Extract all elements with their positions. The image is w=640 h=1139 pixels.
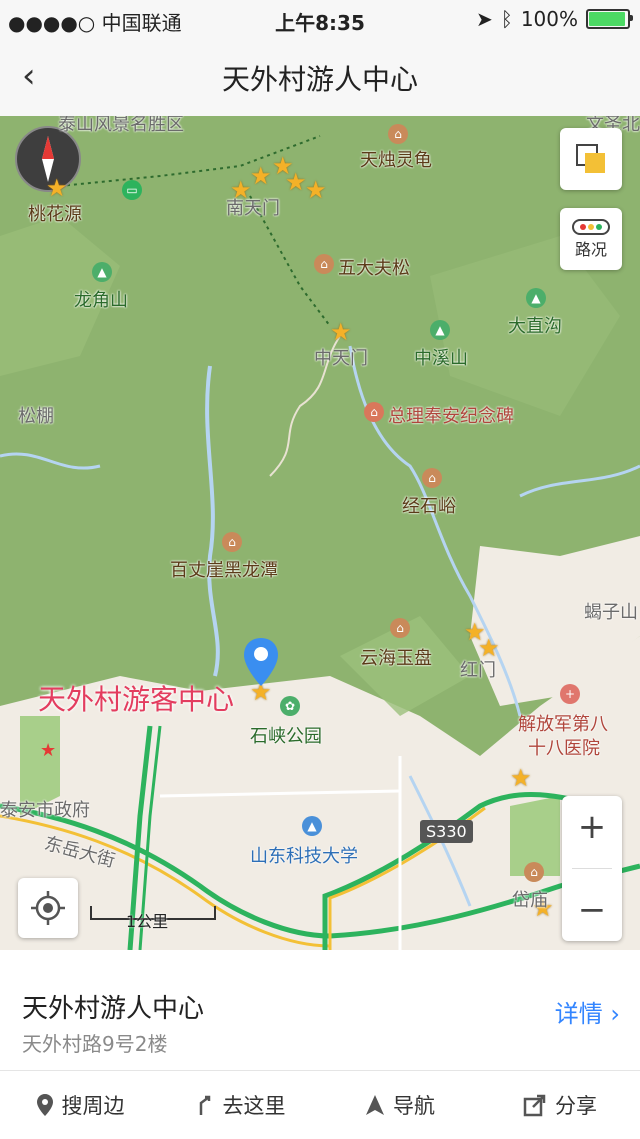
- map-label: 龙角山: [74, 290, 128, 311]
- share-icon: [523, 1094, 546, 1117]
- park-icon[interactable]: ✿: [280, 696, 300, 716]
- temple-icon[interactable]: ⌂: [390, 618, 410, 638]
- location-arrow-icon: ➤: [476, 7, 493, 31]
- search-nearby-button[interactable]: 搜周边: [0, 1071, 160, 1139]
- zoom-in-button[interactable]: +: [578, 807, 607, 847]
- map-label: 红门: [460, 660, 496, 681]
- map-label: 十八医院: [528, 738, 600, 759]
- temple-icon[interactable]: ⌂: [422, 468, 442, 488]
- scenic-star-icon[interactable]: ★: [250, 164, 272, 188]
- map-label: 经石峪: [402, 496, 456, 517]
- hospital-icon[interactable]: +: [560, 684, 580, 704]
- map-label: 南天门: [226, 198, 280, 219]
- zoom-out-button[interactable]: −: [578, 890, 607, 930]
- map-label: 百丈崖黑龙潭: [170, 560, 278, 581]
- highway-shield: S330: [420, 820, 473, 843]
- temple-icon[interactable]: ⌂: [388, 124, 408, 144]
- traffic-button[interactable]: 路况: [560, 208, 622, 270]
- locate-icon: [31, 891, 65, 925]
- map-label: 蝎子山: [584, 602, 638, 623]
- map-label: 天烛灵龟: [360, 150, 432, 171]
- map-label: 云海玉盘: [360, 648, 432, 669]
- map-label: 石峡公园: [250, 726, 322, 747]
- location-pin-icon[interactable]: [242, 636, 280, 688]
- school-icon[interactable]: ▲: [302, 816, 322, 836]
- navigate-arrow-icon: [366, 1095, 384, 1115]
- map-label: 泰山风景名胜区: [58, 116, 184, 135]
- action-bar: 搜周边 去这里 导航 分享: [0, 1071, 640, 1139]
- scenic-star-icon[interactable]: ★: [305, 178, 327, 202]
- map-label: 中溪山: [414, 348, 468, 369]
- battery-icon: [586, 9, 633, 29]
- map-label: 松棚: [18, 406, 54, 427]
- details-link[interactable]: 详情 ›: [555, 994, 620, 1029]
- bluetooth-icon: ᛒ: [500, 7, 513, 31]
- traffic-light-icon: [572, 219, 610, 235]
- navigation-bar: ‹ 天外村游人中心: [0, 38, 640, 117]
- locate-button[interactable]: [18, 878, 78, 938]
- temple-icon[interactable]: ⌂: [524, 862, 544, 882]
- layers-icon: [576, 144, 605, 173]
- monument-icon[interactable]: ⌂: [364, 402, 384, 422]
- status-bar: ●●●●○ 中国联通 上午8:35 ➤ ᛒ 100%: [0, 0, 640, 38]
- map-label: 大直沟: [508, 316, 562, 337]
- scenic-star-icon[interactable]: ★: [285, 170, 307, 194]
- share-button[interactable]: 分享: [480, 1071, 640, 1139]
- scenic-star-icon[interactable]: ★: [46, 176, 68, 200]
- place-panel: 天外村游人中心 天外村路9号2楼 详情 › 搜周边 去这里 导航 分享: [0, 950, 640, 1139]
- mountain-icon[interactable]: ▲: [526, 288, 546, 308]
- location-pin-icon: [36, 1094, 53, 1116]
- layer-button[interactable]: [560, 128, 622, 190]
- scenic-star-icon[interactable]: ★: [510, 766, 532, 790]
- zoom-control: + −: [562, 796, 622, 941]
- route-icon: [199, 1095, 210, 1115]
- page-title: 天外村游人中心: [221, 63, 418, 96]
- map-label: 总理奉安纪念碑: [388, 406, 514, 427]
- navigate-button[interactable]: 导航: [320, 1071, 480, 1139]
- map-label: 五大夫松: [338, 258, 410, 279]
- government-star-icon: ★: [40, 740, 57, 761]
- map-view[interactable]: ★ ★ ★ ★ ★ ★ ★ ★ ★ ★ ★ ★ ⌂ ⌂ ▲ ▲ ▲ ⌂ ⌂ ⌂ …: [0, 116, 640, 950]
- map-label: 桃花源: [28, 204, 82, 225]
- map-label: 泰安市政府: [0, 800, 90, 821]
- scenic-star-icon[interactable]: ★: [330, 320, 352, 344]
- map-label: 岱庙: [512, 890, 548, 911]
- map-label: 解放军第八: [518, 714, 608, 735]
- mountain-icon[interactable]: ▲: [92, 262, 112, 282]
- battery-percent: 100%: [520, 7, 578, 31]
- place-name: 天外村游人中心: [22, 994, 205, 1024]
- mountain-icon[interactable]: ▲: [430, 320, 450, 340]
- temple-icon[interactable]: ⌂: [314, 254, 334, 274]
- cable-car-icon[interactable]: ▭: [122, 180, 142, 200]
- selected-place-label: 天外村游客中心: [38, 683, 235, 716]
- scale-label: 1公里: [126, 912, 169, 931]
- temple-icon[interactable]: ⌂: [222, 532, 242, 552]
- place-address: 天外村路9号2楼: [22, 1032, 168, 1056]
- map-label: 中天门: [314, 348, 368, 369]
- map-label: 山东科技大学: [250, 846, 358, 867]
- traffic-label: 路况: [574, 240, 607, 259]
- go-here-button[interactable]: 去这里: [160, 1071, 320, 1139]
